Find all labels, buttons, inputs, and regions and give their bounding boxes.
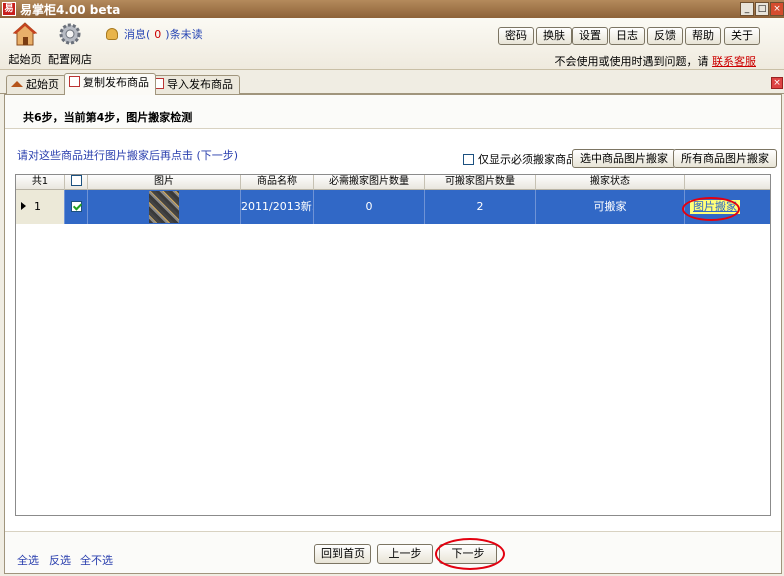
only-required-checkbox[interactable]: [463, 154, 474, 165]
hint-text: 不会使用或使用时遇到问题，请: [554, 55, 709, 68]
row-index: 1: [34, 200, 41, 213]
message-count: 0: [154, 28, 162, 41]
row-status: 可搬家: [536, 190, 685, 224]
product-thumbnail: [149, 191, 179, 223]
prev-step-button[interactable]: 上一步: [377, 544, 433, 564]
row-pointer-icon: [21, 202, 26, 210]
app-icon: 易: [2, 2, 16, 16]
password-button[interactable]: 密码: [498, 27, 534, 45]
header-status: 搬家状态: [536, 175, 685, 190]
step-indicator: 共6步，当前第4步，图片搬家检测: [23, 111, 193, 124]
tab-strip: 起始页 复制发布商品 导入发布商品 ×: [0, 71, 784, 95]
settings-button[interactable]: 设置: [572, 27, 608, 45]
config-shop-button[interactable]: 配置网店: [47, 21, 93, 67]
home-tool-label: 起始页: [8, 53, 42, 66]
next-step-button[interactable]: 下一步: [439, 544, 497, 564]
instruction-text: 请对这些商品进行图片搬家后再点击 (下一步): [17, 149, 239, 162]
row-product-name: 2011/2013新...: [241, 190, 314, 224]
window-title: 易掌柜4.00 beta: [20, 3, 121, 17]
skin-button[interactable]: 换肤: [536, 27, 572, 45]
row-action-cell: 图片搬家: [685, 190, 770, 224]
row-index-cell: 1: [16, 190, 65, 224]
help-button[interactable]: 帮助: [685, 27, 721, 45]
title-bar: 易 易掌柜4.00 beta _ □ ×: [0, 0, 784, 18]
header-action: [685, 175, 770, 190]
select-none-link[interactable]: 全不选: [80, 552, 113, 568]
back-home-button[interactable]: 回到首页: [314, 544, 371, 564]
bottom-bar: 全选 反选 全不选 回到首页 上一步 下一步: [5, 531, 781, 573]
only-required-filter[interactable]: 仅显示必须搬家商品: [463, 151, 577, 167]
header-product-name: 商品名称: [241, 175, 314, 190]
minimize-button[interactable]: _: [740, 2, 754, 16]
content-panel: 共6步，当前第4步，图片搬家检测 请对这些商品进行图片搬家后再点击 (下一步) …: [4, 94, 782, 574]
invert-selection-link[interactable]: 反选: [49, 552, 71, 568]
tab-copy-publish[interactable]: 复制发布商品: [64, 73, 156, 95]
move-all-images-button[interactable]: 所有商品图片搬家: [673, 149, 777, 168]
message-prefix: 消息(: [124, 28, 151, 41]
feedback-button[interactable]: 反馈: [647, 27, 683, 45]
only-required-label: 仅显示必须搬家商品: [478, 153, 577, 166]
product-grid: 共1 图片 商品名称 必需搬家图片数量 可搬家图片数量 搬家状态 1 2011/…: [15, 174, 771, 516]
tab-copy-publish-label: 复制发布商品: [83, 76, 149, 89]
tab-home[interactable]: 起始页: [6, 75, 66, 94]
select-all-checkbox[interactable]: [70, 175, 82, 186]
message-suffix: )条未读: [165, 28, 203, 41]
close-tab-icon[interactable]: ×: [771, 77, 783, 89]
home-icon: [11, 81, 23, 87]
table-row[interactable]: 1 2011/2013新... 0 2 可搬家 图片搬家: [16, 190, 770, 224]
row-checkbox[interactable]: [70, 201, 82, 212]
row-required-count: 0: [314, 190, 425, 224]
move-image-link[interactable]: 图片搬家: [690, 200, 740, 214]
document-icon: [69, 76, 80, 87]
log-button[interactable]: 日志: [609, 27, 645, 45]
step-header: 共6步，当前第4步，图片搬家检测: [5, 95, 781, 129]
config-shop-label: 配置网店: [48, 53, 92, 66]
tab-import-publish-label: 导入发布商品: [167, 78, 233, 91]
move-selected-images-button[interactable]: 选中商品图片搬家: [572, 149, 676, 168]
header-select-all[interactable]: [65, 175, 88, 190]
toolbar: 起始页 配置网店 消息(0)条未读 密码 换肤 设置 日志 反馈 帮助 关于 不…: [0, 18, 784, 70]
header-image: 图片: [88, 175, 241, 190]
tab-import-publish[interactable]: 导入发布商品: [148, 75, 240, 94]
close-window-button[interactable]: ×: [770, 2, 784, 16]
row-movable-count: 2: [425, 190, 536, 224]
gear-icon: [59, 23, 81, 45]
contact-support-link[interactable]: 联系客服: [712, 55, 756, 68]
tab-home-label: 起始页: [26, 78, 59, 91]
maximize-button[interactable]: □: [755, 2, 769, 16]
bell-icon: [106, 28, 118, 40]
house-icon: [12, 22, 38, 46]
row-checkbox-cell: [65, 190, 88, 224]
header-count: 共1: [16, 175, 65, 190]
help-hint: 不会使用或使用时遇到问题，请 联系客服: [555, 53, 757, 69]
home-tool-button[interactable]: 起始页: [2, 21, 48, 67]
select-all-link[interactable]: 全选: [17, 552, 39, 568]
row-image-cell: [88, 190, 241, 224]
grid-header: 共1 图片 商品名称 必需搬家图片数量 可搬家图片数量 搬家状态: [16, 175, 770, 190]
header-required-count: 必需搬家图片数量: [314, 175, 425, 190]
header-movable-count: 可搬家图片数量: [425, 175, 536, 190]
about-button[interactable]: 关于: [724, 27, 760, 45]
message-indicator[interactable]: 消息(0)条未读: [106, 26, 203, 42]
